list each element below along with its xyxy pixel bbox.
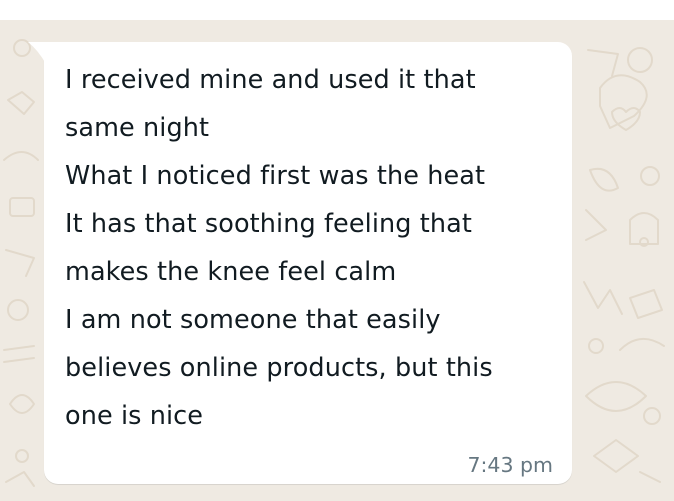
message-line: one is nice	[65, 401, 204, 431]
message-line: What I noticed first was the heat	[65, 161, 486, 191]
message-line: makes the knee feel calm	[65, 257, 397, 287]
message-line: It has that soothing feeling that	[65, 209, 472, 239]
message-line: I am not someone that easily	[65, 305, 441, 335]
message-line: same night	[65, 113, 210, 143]
bubble-tail-icon	[28, 42, 46, 64]
message-line: believes online products, but this	[65, 353, 493, 383]
message-timestamp: 7:43 pm	[467, 453, 553, 477]
message-text: I received mine and used it that same ni…	[65, 56, 552, 440]
message-bubble[interactable]: I received mine and used it that same ni…	[28, 42, 572, 484]
message-line: I received mine and used it that	[65, 65, 476, 95]
